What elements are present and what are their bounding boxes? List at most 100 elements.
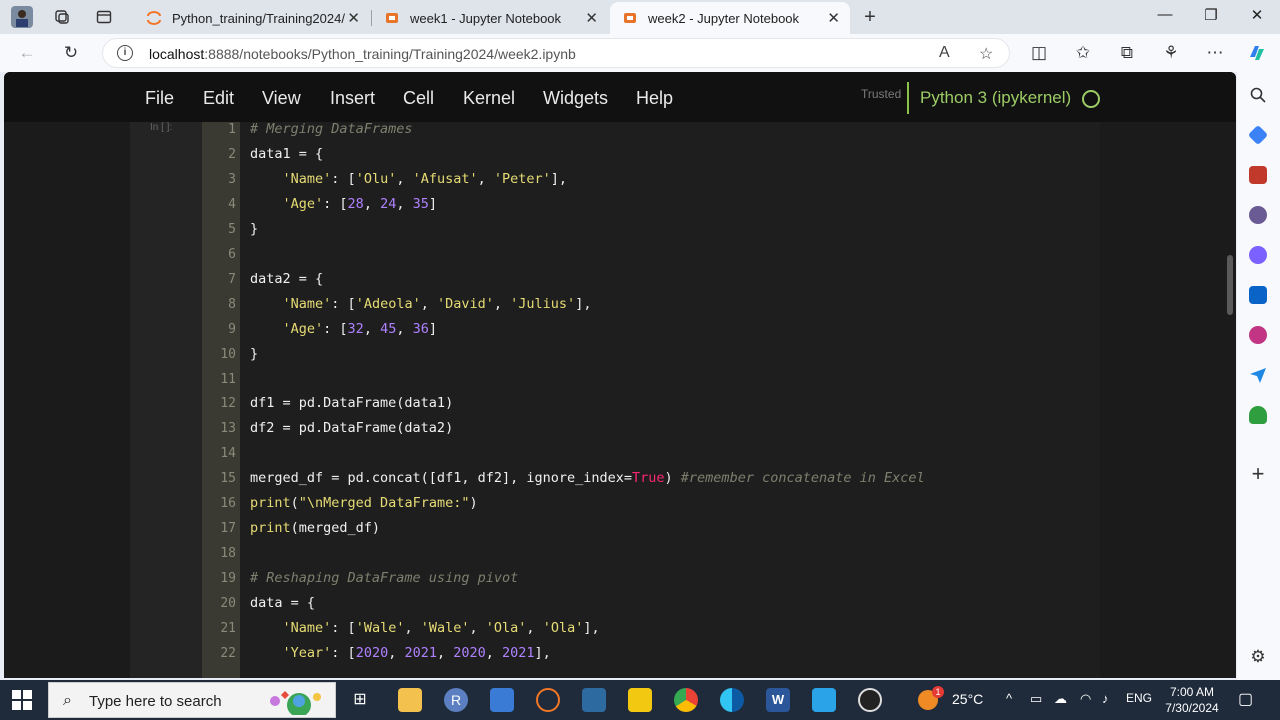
menu-help[interactable]: Help <box>636 88 673 109</box>
page-scrollbar[interactable] <box>1225 122 1236 678</box>
paint-icon[interactable] <box>812 688 836 712</box>
close-window-icon[interactable]: ✕ <box>1242 6 1272 24</box>
taskbar-search-box[interactable]: ⌕ Type here to search <box>48 682 336 718</box>
notebook-area: In [ ]: # Merging DataFrames data1 = { 'N… <box>4 121 1236 678</box>
code-token: 'Afusat' <box>412 170 478 187</box>
power-bi-icon[interactable] <box>628 688 652 712</box>
r-app-icon[interactable]: R <box>444 688 468 712</box>
tab-week1[interactable]: week1 - Jupyter Notebook ✕ <box>372 4 608 32</box>
tray-device-icon[interactable]: ▭ <box>1030 691 1042 707</box>
menu-edit[interactable]: Edit <box>203 88 234 109</box>
menu-cell[interactable]: Cell <box>403 88 434 109</box>
code-token: ( <box>290 495 299 512</box>
menu-view[interactable]: View <box>262 88 301 109</box>
sidebar-add-icon[interactable]: + <box>1249 463 1267 485</box>
windows-taskbar: ⌕ Type here to search ⊞ R W 1 25°C ^ ▭ ☁… <box>0 680 1280 720</box>
sidebar-settings-icon[interactable]: ⚙ <box>1249 648 1267 666</box>
sidebar-tools-icon[interactable] <box>1249 166 1267 184</box>
favorites-icon[interactable]: ✩ <box>1072 42 1094 64</box>
tab-actions-icon[interactable] <box>92 5 116 29</box>
tab-title: week1 - Jupyter Notebook <box>410 10 562 26</box>
trusted-badge[interactable]: Trusted <box>861 87 901 101</box>
word-icon[interactable]: W <box>766 688 790 712</box>
kernel-name[interactable]: Python 3 (ipykernel) <box>920 88 1071 108</box>
code-token: "\nMerged DataFrame:" <box>298 495 470 512</box>
refresh-icon[interactable]: ↻ <box>60 42 82 64</box>
app-window-icon[interactable] <box>490 688 514 712</box>
site-info-icon[interactable]: i <box>117 45 133 61</box>
code-token: ], <box>550 170 568 187</box>
favorite-star-icon[interactable]: ☆ <box>979 44 993 64</box>
new-tab-icon[interactable]: + <box>858 5 882 29</box>
code-token: : [ <box>331 620 356 636</box>
chrome-icon[interactable] <box>674 688 698 712</box>
code-token: 2020 <box>453 644 486 661</box>
show-hidden-icons-icon[interactable]: ^ <box>1006 691 1012 706</box>
code-token: , <box>436 644 454 661</box>
workspaces-icon[interactable] <box>50 5 74 29</box>
tab-week2[interactable]: week2 - Jupyter Notebook ✕ <box>610 2 850 34</box>
sidebar-search-icon[interactable] <box>1249 86 1267 104</box>
edge-icon[interactable] <box>720 688 744 712</box>
sidebar-designer-icon[interactable] <box>1249 326 1267 344</box>
jupyter-app-icon[interactable] <box>536 688 560 712</box>
menu-kernel[interactable]: Kernel <box>463 88 515 109</box>
code-editor[interactable]: # Merging DataFrames data1 = { 'Name': ['… <box>240 121 1100 678</box>
close-icon[interactable]: ✕ <box>585 9 598 27</box>
line-number: 20 <box>220 596 236 612</box>
obs-icon[interactable] <box>858 688 882 712</box>
close-icon[interactable]: ✕ <box>827 9 840 27</box>
tab-python-training[interactable]: Python_training/Training2024/ ✕ <box>134 4 370 32</box>
code-token: print <box>250 495 291 512</box>
menu-widgets[interactable]: Widgets <box>543 88 608 109</box>
profile-avatar[interactable] <box>10 5 34 29</box>
code-token: df2 = pd.DataFrame(data2) <box>250 420 454 437</box>
code-token: , <box>363 195 381 212</box>
weather-temperature[interactable]: 25°C <box>952 691 983 707</box>
close-icon[interactable]: ✕ <box>347 9 360 27</box>
task-view-icon[interactable]: ⊞ <box>348 688 372 712</box>
wifi-icon[interactable]: ◠ <box>1080 691 1091 707</box>
notifications-icon[interactable]: ▢ <box>1238 689 1253 709</box>
code-token: 'Olu' <box>355 170 397 187</box>
minimize-icon[interactable]: — <box>1150 6 1180 23</box>
line-number: 21 <box>220 621 236 636</box>
line-number: 11 <box>220 371 236 387</box>
extensions-icon[interactable]: ⚘ <box>1160 42 1182 64</box>
line-number: 4 <box>228 196 236 212</box>
restore-icon[interactable]: ❐ <box>1196 6 1226 24</box>
windows-start-icon[interactable] <box>12 690 32 710</box>
navigation-bar: ← ↻ i localhost:8888/notebooks/Python_tr… <box>0 34 1280 72</box>
scrollbar-thumb[interactable] <box>1227 255 1233 315</box>
line-number: 12 <box>220 396 236 412</box>
split-screen-icon[interactable]: ◫ <box>1028 42 1050 64</box>
taskbar-clock[interactable]: 7:00 AM 7/30/2024 <box>1162 684 1222 716</box>
code-line: # Merging DataFrames <box>250 117 413 142</box>
more-menu-icon[interactable]: ⋯ <box>1204 42 1226 64</box>
code-token: : [ <box>323 195 348 212</box>
code-line: df1 = pd.DataFrame(data1) <box>250 391 453 416</box>
sidebar-games-icon[interactable] <box>1249 206 1267 224</box>
sidebar-tree-icon[interactable] <box>1249 406 1267 424</box>
address-bar[interactable]: i localhost:8888/notebooks/Python_traini… <box>102 38 1010 68</box>
onedrive-icon[interactable]: ☁ <box>1054 691 1067 707</box>
sidebar-outlook-icon[interactable] <box>1249 286 1267 304</box>
code-token: 'Wale' <box>420 620 470 636</box>
volume-icon[interactable]: ♪ <box>1102 691 1109 706</box>
menu-file[interactable]: File <box>145 88 174 109</box>
copilot-icon[interactable] <box>1246 42 1268 64</box>
sidebar-shopping-icon[interactable] <box>1247 124 1269 146</box>
sidebar-send-icon[interactable] <box>1249 366 1267 384</box>
line-number: 19 <box>220 571 236 587</box>
back-icon[interactable]: ← <box>16 42 38 64</box>
language-indicator[interactable]: ENG <box>1126 691 1152 705</box>
mysql-icon[interactable] <box>582 688 606 712</box>
collections-icon[interactable]: ⧉ <box>1116 42 1138 64</box>
sidebar-microsoft365-icon[interactable] <box>1249 246 1267 264</box>
code-token: 'Ola' <box>485 620 527 636</box>
file-explorer-icon[interactable] <box>398 688 422 712</box>
code-line: data2 = { <box>250 267 323 292</box>
menu-insert[interactable]: Insert <box>330 88 375 109</box>
read-aloud-icon[interactable]: A <box>939 44 950 62</box>
